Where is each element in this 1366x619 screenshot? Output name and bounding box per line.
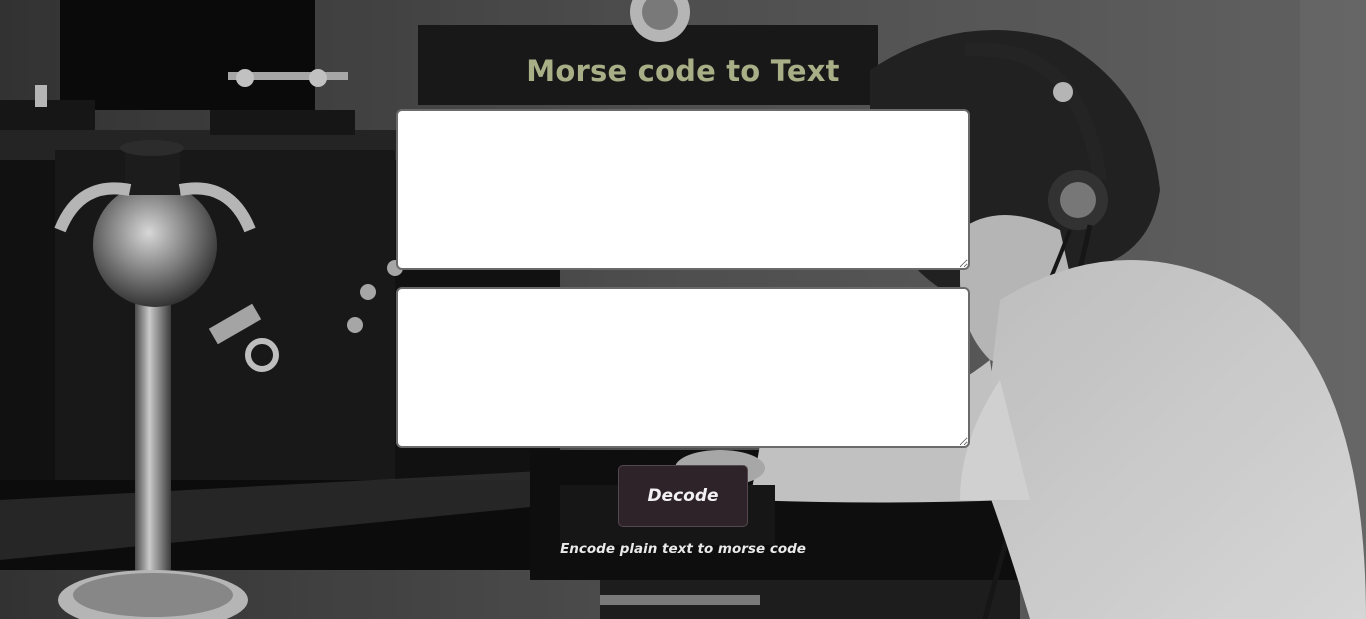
decode-button[interactable]: Decode — [618, 465, 748, 527]
text-output-textarea[interactable] — [396, 287, 970, 448]
page-title: Morse code to Text — [526, 54, 840, 88]
switch-to-encode-link[interactable]: Encode plain text to morse code — [0, 541, 1366, 557]
morse-decoder-page: Morse code to Text Decode Encode plain t… — [0, 0, 1366, 619]
morse-input-textarea[interactable] — [396, 109, 970, 270]
